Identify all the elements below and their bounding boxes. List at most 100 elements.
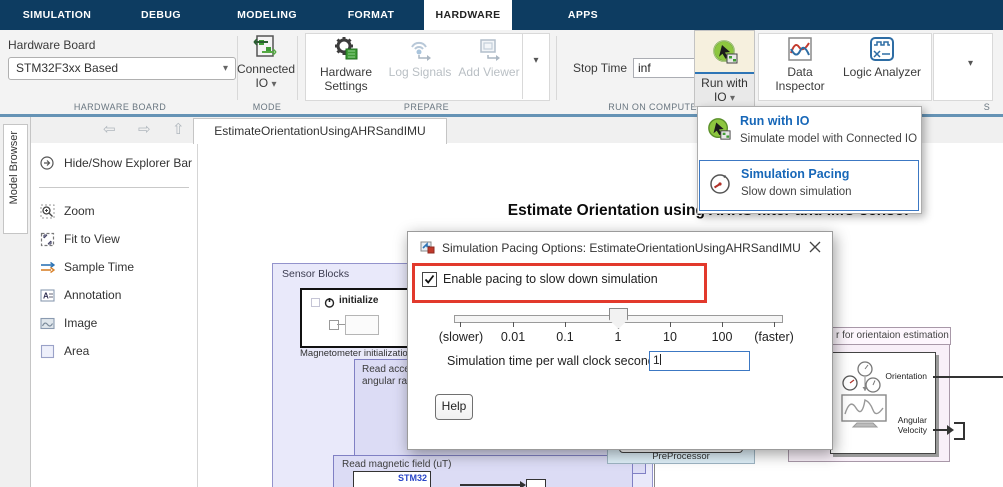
palette-item-label: Fit to View [64, 232, 120, 246]
log-signals-button[interactable]: Log Signals [384, 35, 456, 79]
palette-item-fit-to-view[interactable]: Fit to View [39, 229, 120, 249]
slider-tick [670, 322, 671, 327]
stop-time-input[interactable]: inf [633, 58, 695, 78]
panel-divider [522, 33, 523, 99]
palette-item-label: Annotation [64, 288, 121, 302]
results-overflow-button[interactable]: ▾ [968, 58, 973, 69]
tab-modeling[interactable]: MODELING [228, 0, 306, 30]
read-magnetic-label: Read magnetic field (uT) [334, 456, 632, 470]
palette-item-hide-show-explorer[interactable]: Hide/Show Explorer Bar [39, 153, 192, 173]
slider-tick [460, 322, 461, 327]
tab-format[interactable]: FORMAT [338, 0, 404, 30]
connected-io-icon [252, 34, 278, 65]
hardware-settings-button[interactable]: Hardware Settings [310, 35, 382, 93]
tab-debug[interactable]: DEBUG [130, 0, 192, 30]
menu-item-title: Simulation Pacing [741, 167, 849, 181]
block-port [329, 320, 339, 330]
menu-item-subtitle: Slow down simulation [741, 186, 852, 198]
small-block [526, 479, 546, 487]
palette-item-area[interactable]: Area [39, 341, 89, 361]
tab-simulation[interactable]: SIMULATION [14, 0, 100, 30]
model-tab[interactable]: EstimateOrientationUsingAHRSandIMU [193, 118, 447, 144]
palette-item-image[interactable]: Image [39, 313, 97, 333]
slider-tick [565, 322, 566, 327]
palette-item-label: Image [64, 316, 97, 330]
menu-item-simulation-pacing[interactable]: Simulation Pacing Slow down simulation [699, 160, 919, 211]
slider-label: 100 [712, 330, 733, 344]
data-inspector-icon [762, 35, 838, 65]
run-with-io-line2: IO ▾ [695, 90, 754, 104]
hardware-settings-label: Hardware Settings [310, 65, 382, 93]
prepare-overflow-button[interactable]: ▾ [527, 55, 545, 66]
read-magnetic-block[interactable]: Read magnetic field (uT) STM32 [333, 455, 633, 487]
palette-item-sample-time[interactable]: Sample Time [39, 257, 134, 277]
add-viewer-button[interactable]: Add Viewer [456, 35, 522, 79]
palette-item-label: Hide/Show Explorer Bar [64, 156, 192, 170]
results-mini-panel [933, 33, 993, 101]
port-orientation-label: Orientation [869, 371, 927, 381]
circle-arrow-icon [39, 155, 55, 171]
back-button[interactable]: ⇦ [103, 120, 116, 138]
enable-pacing-checkbox[interactable] [422, 272, 437, 287]
block-badge [311, 298, 320, 307]
init-block-caption: Magnetometer initialization [300, 348, 412, 359]
logic-analyzer-icon [840, 35, 924, 65]
enable-pacing-label: Enable pacing to slow down simulation [443, 272, 658, 286]
logic-analyzer-button[interactable]: Logic Analyzer [840, 35, 924, 79]
slider-label: 0.01 [501, 330, 525, 344]
palette-item-zoom[interactable]: Zoom [39, 201, 95, 221]
run-with-io-icon [695, 31, 754, 74]
run-with-io-icon [707, 117, 731, 146]
stm32-chip-label: STM32 [354, 472, 430, 483]
menu-item-subtitle: Simulate model with Connected IO [740, 133, 917, 145]
filter-region-label: r for orientaion estimation [836, 330, 949, 341]
sim-time-input[interactable]: 1 [649, 351, 750, 371]
hardware-board-label: Hardware Board [8, 38, 95, 52]
chevron-down-icon: ▾ [223, 58, 228, 79]
hardware-settings-icon [310, 35, 382, 65]
port-angular-label2: Velocity [869, 425, 927, 435]
text-cursor [660, 354, 661, 365]
palette-border [197, 143, 198, 487]
simulink-window: SIMULATION DEBUG MODELING FORMAT HARDWAR… [0, 0, 1003, 487]
svg-text:A: A [43, 291, 49, 300]
data-inspector-label: Data Inspector [762, 65, 838, 93]
slider-tick [513, 322, 514, 327]
up-icon: ⇧ [172, 121, 185, 138]
run-with-io-line1: Run with [695, 76, 754, 90]
help-button[interactable]: Help [435, 394, 473, 420]
pacing-slider-thumb[interactable] [609, 308, 628, 329]
logic-analyzer-label: Logic Analyzer [840, 65, 924, 79]
forward-button[interactable]: ⇨ [138, 120, 151, 138]
pacing-dialog-icon [420, 239, 435, 259]
simulation-pacing-icon [709, 173, 731, 200]
palette-item-annotation[interactable]: A Annotation [39, 285, 121, 305]
palette-item-label: Sample Time [64, 260, 134, 274]
simulation-pacing-dialog: Simulation Pacing Options: EstimateOrien… [407, 231, 833, 450]
run-with-io-button[interactable]: Run with IO ▾ [694, 30, 755, 107]
up-button[interactable]: ⇧ [172, 120, 185, 138]
slider-label: 10 [663, 330, 677, 344]
ahrs-filter-block[interactable]: Orientation Angular Velocity [830, 352, 936, 454]
dialog-close-button[interactable] [807, 239, 823, 255]
dialog-title: Simulation Pacing Options: EstimateOrien… [442, 241, 801, 255]
connected-io-line2: IO ▾ [234, 76, 298, 92]
area-icon [39, 343, 55, 359]
chevron-down-icon: ▾ [271, 79, 276, 90]
palette-separator [39, 187, 189, 188]
model-browser-tab[interactable]: Model Browser [3, 124, 28, 234]
tab-apps[interactable]: APPS [556, 0, 610, 30]
data-inspector-button[interactable]: Data Inspector [762, 35, 838, 93]
signal-wire [460, 484, 522, 486]
slider-tick [722, 322, 723, 327]
stm32-block[interactable]: STM32 [353, 471, 431, 487]
menu-item-run-with-io[interactable]: Run with IO Simulate model with Connecte… [698, 107, 921, 159]
connected-io-button[interactable]: Connected IO ▾ [234, 62, 298, 92]
hardware-board-select[interactable]: STM32F3xx Based ▾ [8, 57, 236, 80]
toolstrip-menubar: SIMULATION DEBUG MODELING FORMAT HARDWAR… [0, 0, 1003, 30]
menu-item-title: Run with IO [740, 114, 809, 128]
magnetometer-init-block[interactable]: initialize [300, 288, 416, 348]
slider-tick [774, 322, 775, 327]
slider-label: 0.1 [556, 330, 573, 344]
tab-hardware[interactable]: HARDWARE [424, 0, 512, 30]
